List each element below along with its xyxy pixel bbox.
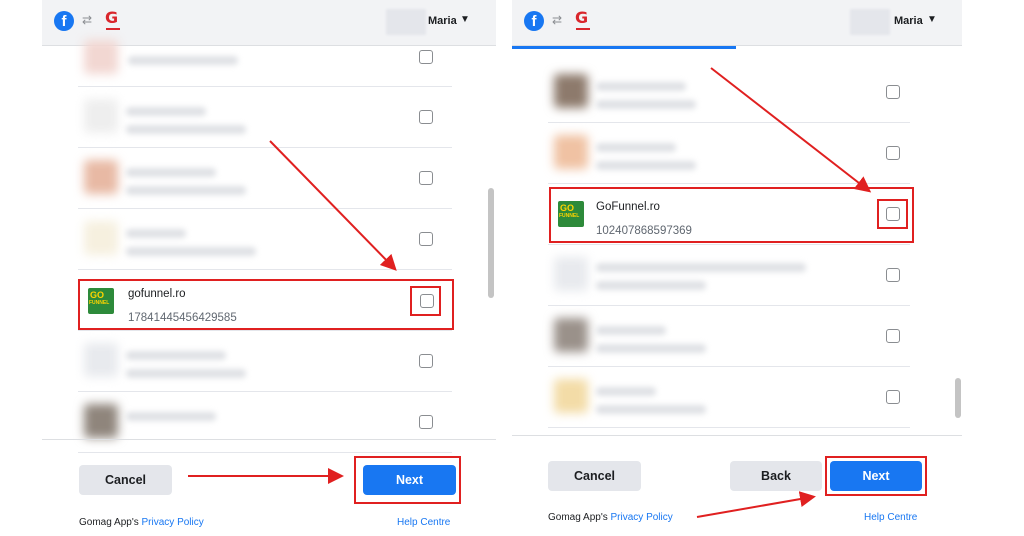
blurred-text xyxy=(126,247,256,256)
blurred-text xyxy=(596,387,656,396)
dialog-header: f ⇄ G Maria ▼ xyxy=(512,0,962,46)
list-item[interactable] xyxy=(548,367,910,428)
blurred-text xyxy=(128,56,238,65)
blurred-avatar xyxy=(84,40,118,74)
user-name[interactable]: Maria xyxy=(894,15,923,27)
blurred-text xyxy=(126,168,216,177)
page-name: GoFunnel.ro xyxy=(596,201,660,213)
avatar xyxy=(850,9,890,35)
privacy-policy-text: Gomag App's Privacy Policy xyxy=(548,512,673,523)
blurred-text xyxy=(596,100,696,109)
page-avatar: GO FUNNEL xyxy=(558,201,584,227)
facebook-logo-icon: f xyxy=(54,11,74,31)
checkbox-icon[interactable] xyxy=(419,232,433,246)
blurred-text xyxy=(596,263,806,272)
blurred-text xyxy=(596,82,686,91)
list-item-gofunnel[interactable]: GO FUNNEL GoFunnel.ro 102407868597369 xyxy=(548,184,910,245)
checkbox-icon[interactable] xyxy=(886,329,900,343)
swap-icon: ⇄ xyxy=(82,13,93,27)
blurred-text xyxy=(596,326,666,335)
left-dialog: f ⇄ G Maria ▼ GO FUNNEL gofunnel.ro 1784… xyxy=(42,0,496,536)
checkbox-icon[interactable] xyxy=(886,146,900,160)
facebook-logo-icon: f xyxy=(524,11,544,31)
swap-icon: ⇄ xyxy=(552,13,563,27)
blurred-avatar xyxy=(554,74,588,108)
page-id: 17841445456429585 xyxy=(128,312,237,324)
help-centre-link[interactable]: Help Centre xyxy=(397,517,450,528)
list-item[interactable] xyxy=(78,331,452,392)
blurred-text xyxy=(596,143,676,152)
list-item[interactable] xyxy=(548,123,910,184)
blurred-avatar xyxy=(84,221,118,255)
blurred-text xyxy=(596,344,706,353)
blurred-avatar xyxy=(554,318,588,352)
checkbox-icon[interactable] xyxy=(886,390,900,404)
list-item[interactable] xyxy=(548,306,910,367)
blurred-text xyxy=(596,161,696,170)
checkbox-icon[interactable] xyxy=(886,268,900,282)
page-id: 102407868597369 xyxy=(596,225,692,237)
list-item[interactable] xyxy=(78,26,452,87)
list-item[interactable] xyxy=(548,245,910,306)
blurred-avatar xyxy=(84,343,118,377)
cancel-button[interactable]: Cancel xyxy=(79,465,172,495)
page-avatar: GO FUNNEL xyxy=(88,288,114,314)
blurred-avatar xyxy=(84,160,118,194)
blurred-text xyxy=(126,107,206,116)
checkbox-icon[interactable] xyxy=(420,294,434,308)
blurred-text xyxy=(596,281,706,290)
blurred-text xyxy=(126,351,226,360)
next-button[interactable]: Next xyxy=(830,461,922,491)
page-list: GO FUNNEL GoFunnel.ro 102407868597369 xyxy=(548,49,910,429)
help-centre-link[interactable]: Help Centre xyxy=(864,512,917,523)
right-dialog: f ⇄ G Maria ▼ GO FUNNEL GoFunnel.ro 1024… xyxy=(512,0,962,536)
blurred-text xyxy=(126,229,186,238)
page-list: GO FUNNEL gofunnel.ro 17841445456429585 xyxy=(78,40,452,453)
caret-down-icon[interactable]: ▼ xyxy=(927,14,937,25)
checkbox-icon[interactable] xyxy=(419,50,433,64)
gomag-logo-icon: G xyxy=(575,9,593,31)
checkbox-icon[interactable] xyxy=(419,354,433,368)
checkbox-icon[interactable] xyxy=(886,85,900,99)
checkbox-icon[interactable] xyxy=(419,110,433,124)
blurred-avatar xyxy=(84,404,118,438)
divider xyxy=(42,439,496,440)
caret-down-icon[interactable]: ▼ xyxy=(460,14,470,25)
blurred-avatar xyxy=(84,99,118,133)
list-item[interactable] xyxy=(78,209,452,270)
checkbox-icon[interactable] xyxy=(419,415,433,429)
list-item[interactable] xyxy=(548,62,910,123)
list-item[interactable] xyxy=(78,87,452,148)
checkbox-icon[interactable] xyxy=(419,171,433,185)
privacy-policy-text: Gomag App's Privacy Policy xyxy=(79,517,204,528)
privacy-policy-link[interactable]: Privacy Policy xyxy=(142,517,204,528)
divider xyxy=(512,435,962,436)
blurred-avatar xyxy=(554,379,588,413)
cancel-button[interactable]: Cancel xyxy=(548,461,641,491)
blurred-text xyxy=(126,412,216,421)
blurred-text xyxy=(126,186,246,195)
list-item-gofunnel[interactable]: GO FUNNEL gofunnel.ro 17841445456429585 xyxy=(78,270,452,331)
blurred-avatar xyxy=(554,257,588,291)
list-item[interactable] xyxy=(78,148,452,209)
back-button[interactable]: Back xyxy=(730,461,822,491)
scrollbar[interactable] xyxy=(955,378,961,418)
blurred-avatar xyxy=(554,135,588,169)
blurred-text xyxy=(596,405,706,414)
list-item[interactable] xyxy=(78,392,452,453)
blurred-text xyxy=(126,125,246,134)
scrollbar[interactable] xyxy=(488,188,494,298)
next-button[interactable]: Next xyxy=(363,465,456,495)
blurred-text xyxy=(126,369,246,378)
page-name: gofunnel.ro xyxy=(128,288,186,300)
privacy-policy-link[interactable]: Privacy Policy xyxy=(611,512,673,523)
checkbox-icon[interactable] xyxy=(886,207,900,221)
